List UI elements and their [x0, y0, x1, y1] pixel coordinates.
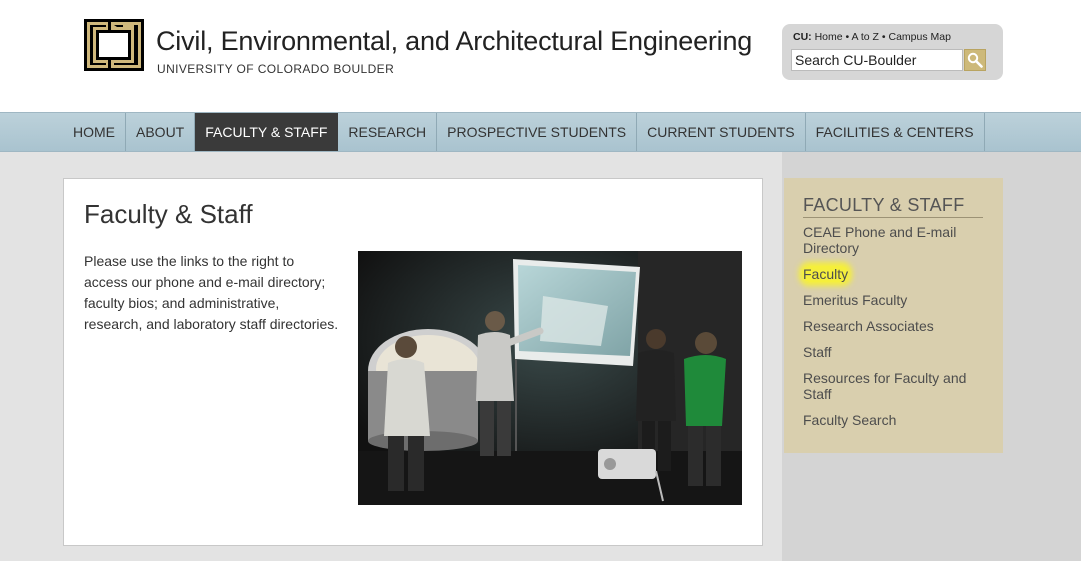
search-input[interactable] — [791, 49, 963, 71]
nav-current-students[interactable]: CURRENT STUDENTS — [637, 113, 806, 151]
cu-prefix: CU: — [793, 31, 812, 43]
sidebar: FACULTY & STAFF CEAE Phone and E-mail Di… — [784, 178, 1003, 453]
main-nav: HOME ABOUT FACULTY & STAFF RESEARCH PROS… — [0, 112, 1081, 152]
sidebar-link-emeritus-faculty[interactable]: Emeritus Faculty — [803, 292, 983, 308]
nav-home[interactable]: HOME — [63, 113, 126, 151]
cu-links: CU: Home • A to Z • Campus Map — [793, 31, 951, 43]
site-subtitle: UNIVERSITY OF COLORADO BOULDER — [157, 62, 395, 76]
cu-link-a-to-z[interactable]: A to Z — [852, 31, 879, 43]
magnifier-icon — [967, 52, 983, 68]
sidebar-link-directory[interactable]: CEAE Phone and E-mail Directory — [803, 224, 983, 256]
nav-facilities-centers[interactable]: FACILITIES & CENTERS — [806, 113, 985, 151]
cu-link-home[interactable]: Home — [815, 31, 843, 43]
cu-link-campus-map[interactable]: Campus Map — [889, 31, 951, 43]
sidebar-link-resources[interactable]: Resources for Faculty and Staff — [803, 370, 983, 402]
site-header: Civil, Environmental, and Architectural … — [0, 0, 1081, 112]
nav-research[interactable]: RESEARCH — [338, 113, 438, 151]
sidebar-link-faculty-label: Faculty — [803, 266, 849, 282]
sidebar-link-faculty[interactable]: Faculty — [803, 266, 983, 282]
page-title: Faculty & Staff — [84, 199, 253, 229]
sidebar-link-faculty-search[interactable]: Faculty Search — [803, 412, 983, 428]
lab-photo — [358, 251, 742, 505]
search-box: CU: Home • A to Z • Campus Map — [782, 24, 1003, 80]
sidebar-heading: FACULTY & STAFF — [803, 195, 983, 218]
nav-prospective-students[interactable]: PROSPECTIVE STUDENTS — [437, 113, 638, 151]
content-panel: Faculty & Staff Please use the links to … — [63, 178, 763, 546]
nav-faculty-staff[interactable]: FACULTY & STAFF — [195, 113, 339, 151]
cu-logo[interactable] — [82, 15, 146, 75]
nav-about[interactable]: ABOUT — [126, 113, 196, 151]
intro-text: Please use the links to the right to acc… — [84, 253, 339, 332]
sidebar-link-staff[interactable]: Staff — [803, 344, 983, 360]
sidebar-link-research-associates[interactable]: Research Associates — [803, 318, 983, 334]
site-title[interactable]: Civil, Environmental, and Architectural … — [156, 26, 752, 57]
search-button[interactable] — [964, 49, 986, 71]
